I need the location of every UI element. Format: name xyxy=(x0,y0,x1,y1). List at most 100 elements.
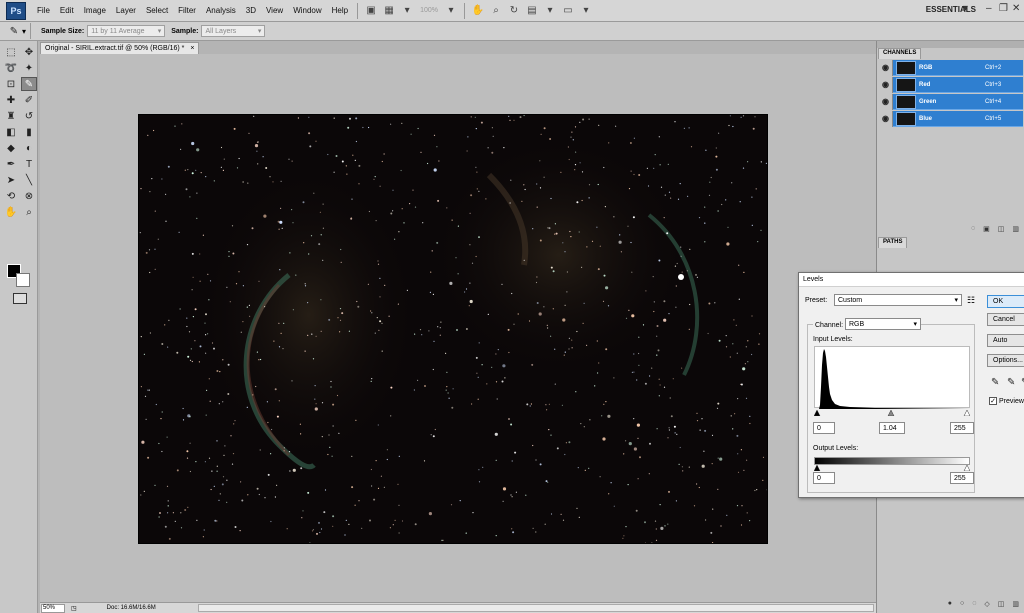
rotate-view-icon[interactable]: ↻ xyxy=(505,3,523,19)
channel-row-rgb[interactable]: ◉ RGB Ctrl+2 xyxy=(879,59,1023,76)
zoom-level-readout[interactable]: 100% xyxy=(420,7,438,14)
options-button[interactable]: Options... xyxy=(987,354,1024,367)
visibility-eye-icon[interactable]: ◉ xyxy=(879,76,893,93)
gradient-tool-icon[interactable]: ▮ xyxy=(21,125,37,139)
launch-minibridge-icon[interactable]: ▦ xyxy=(380,3,398,19)
menu-filter[interactable]: Filter xyxy=(173,6,201,15)
path-selection-tool-icon[interactable]: ➤ xyxy=(3,173,19,187)
zoom-tool-icon[interactable]: ⌕ xyxy=(21,205,37,219)
menu-edit[interactable]: Edit xyxy=(55,6,79,15)
screen-mode-icon[interactable]: ▭ xyxy=(559,3,577,19)
menu-file[interactable]: File xyxy=(32,6,55,15)
background-color-swatch[interactable] xyxy=(16,273,30,287)
zoom-dropdown-icon[interactable]: ▾ xyxy=(442,3,460,19)
gray-eyedropper-icon[interactable]: ✎ xyxy=(1007,377,1015,388)
tab-paths[interactable]: PATHS xyxy=(878,237,908,248)
lasso-tool-icon[interactable]: ➰ xyxy=(3,61,19,75)
minimize-icon[interactable]: – xyxy=(986,3,992,14)
menu-3d[interactable]: 3D xyxy=(241,6,261,15)
auto-button[interactable]: Auto xyxy=(987,334,1024,347)
zoom-tool-icon[interactable]: ⌕ xyxy=(487,3,505,19)
move-tool-icon[interactable]: ✥ xyxy=(21,45,37,59)
visibility-eye-icon[interactable]: ◉ xyxy=(879,93,893,110)
arrange-documents-icon[interactable]: ▤ xyxy=(523,3,541,19)
crop-tool-icon[interactable]: ⊡ xyxy=(3,77,19,91)
clone-stamp-tool-icon[interactable]: ♜ xyxy=(3,109,19,123)
trash-icon[interactable]: ▥ xyxy=(1012,225,1019,234)
input-gamma-field[interactable]: 1.04 xyxy=(879,422,905,434)
restore-icon[interactable]: ❐ xyxy=(999,3,1008,14)
new-path-icon[interactable]: ◫ xyxy=(998,600,1005,609)
preset-options-icon[interactable]: ☷ xyxy=(967,295,975,306)
close-document-icon[interactable]: × xyxy=(190,45,194,52)
channel-row-blue[interactable]: ◉ Blue Ctrl+5 xyxy=(879,110,1023,127)
menu-help[interactable]: Help xyxy=(327,6,353,15)
output-white-field[interactable]: 255 xyxy=(950,472,974,484)
menu-image[interactable]: Image xyxy=(79,6,111,15)
hand-tool-icon[interactable]: ✋ xyxy=(469,3,487,19)
visibility-eye-icon[interactable]: ◉ xyxy=(879,110,893,127)
line-tool-icon[interactable]: ╲ xyxy=(21,173,37,187)
ok-button[interactable]: OK xyxy=(987,295,1024,308)
output-black-field[interactable]: 0 xyxy=(813,472,835,484)
blur-tool-icon[interactable]: ◆ xyxy=(3,141,19,155)
tab-channels[interactable]: CHANNELS xyxy=(878,48,922,59)
fill-path-icon[interactable]: ● xyxy=(948,600,952,609)
input-white-field[interactable]: 255 xyxy=(950,422,974,434)
type-tool-icon[interactable]: T xyxy=(21,157,37,171)
marquee-tool-icon[interactable]: ⬚ xyxy=(3,45,19,59)
menu-analysis[interactable]: Analysis xyxy=(201,6,241,15)
image-canvas[interactable] xyxy=(138,114,768,544)
save-selection-icon[interactable]: ▣ xyxy=(983,225,990,234)
dialog-title[interactable]: Levels xyxy=(799,273,1024,287)
input-levels-slider[interactable] xyxy=(814,409,970,416)
pen-tool-icon[interactable]: ✒ xyxy=(3,157,19,171)
input-black-field[interactable]: 0 xyxy=(813,422,835,434)
extras-dropdown-icon[interactable]: ▾ xyxy=(398,3,416,19)
tool-preset-dropdown-icon[interactable]: ▾ xyxy=(22,27,26,36)
arrange-dropdown-icon[interactable]: ▾ xyxy=(541,3,559,19)
3d-rotate-tool-icon[interactable]: ⟲ xyxy=(3,189,19,203)
channel-row-red[interactable]: ◉ Red Ctrl+3 xyxy=(879,76,1023,93)
black-eyedropper-icon[interactable]: ✎ xyxy=(991,377,999,388)
magic-wand-tool-icon[interactable]: ✦ xyxy=(21,61,37,75)
hand-tool-icon[interactable]: ✋ xyxy=(3,205,19,219)
load-selection-icon[interactable]: ◌ xyxy=(971,225,975,234)
eraser-tool-icon[interactable]: ◧ xyxy=(3,125,19,139)
close-icon[interactable]: ✕ xyxy=(1012,3,1020,14)
3d-orbit-tool-icon[interactable]: ⊗ xyxy=(21,189,37,203)
status-menu-icon[interactable]: ◳ xyxy=(71,605,77,612)
workspace-switcher[interactable]: ESSENTIALS xyxy=(926,5,976,14)
launch-bridge-icon[interactable]: ▣ xyxy=(362,3,380,19)
output-levels-slider[interactable] xyxy=(814,465,970,471)
cancel-button[interactable]: Cancel xyxy=(987,313,1024,326)
quick-mask-icon[interactable] xyxy=(13,293,27,304)
document-tab[interactable]: Original - SIRIL.extract.tif @ 50% (RGB/… xyxy=(40,42,200,54)
preset-select[interactable]: Custom ▾ xyxy=(834,294,962,306)
load-path-icon[interactable]: ◌ xyxy=(972,600,976,609)
sample-size-select[interactable]: 11 by 11 Average ▾ xyxy=(87,25,166,37)
menu-window[interactable]: Window xyxy=(288,6,326,15)
menu-view[interactable]: View xyxy=(261,6,288,15)
preview-checkbox[interactable]: ✓ xyxy=(989,397,997,405)
horizontal-scrollbar[interactable] xyxy=(198,604,874,612)
menu-layer[interactable]: Layer xyxy=(111,6,141,15)
eyedropper-icon[interactable]: ✎ xyxy=(6,24,22,38)
menu-select[interactable]: Select xyxy=(141,6,173,15)
channel-row-green[interactable]: ◉ Green Ctrl+4 xyxy=(879,93,1023,110)
stroke-path-icon[interactable]: ○ xyxy=(960,600,964,609)
history-brush-tool-icon[interactable]: ↺ xyxy=(21,109,37,123)
dodge-tool-icon[interactable]: ◐ xyxy=(21,141,37,155)
screen-mode-dropdown-icon[interactable]: ▾ xyxy=(577,3,595,19)
make-path-icon[interactable]: ◇ xyxy=(984,600,989,609)
visibility-eye-icon[interactable]: ◉ xyxy=(879,59,893,76)
healing-brush-tool-icon[interactable]: ✚ xyxy=(3,93,19,107)
sample-select[interactable]: All Layers ▾ xyxy=(201,25,266,37)
eyedropper-tool-icon[interactable]: ✎ xyxy=(21,77,37,91)
new-channel-icon[interactable]: ◫ xyxy=(998,225,1005,234)
workspace-dropdown-icon[interactable]: ▾ xyxy=(963,3,968,14)
trash-icon[interactable]: ▥ xyxy=(1012,600,1019,609)
zoom-field[interactable]: 50% xyxy=(41,603,65,613)
brush-tool-icon[interactable]: ✐ xyxy=(21,93,37,107)
channel-select[interactable]: RGB ▾ xyxy=(845,318,921,330)
